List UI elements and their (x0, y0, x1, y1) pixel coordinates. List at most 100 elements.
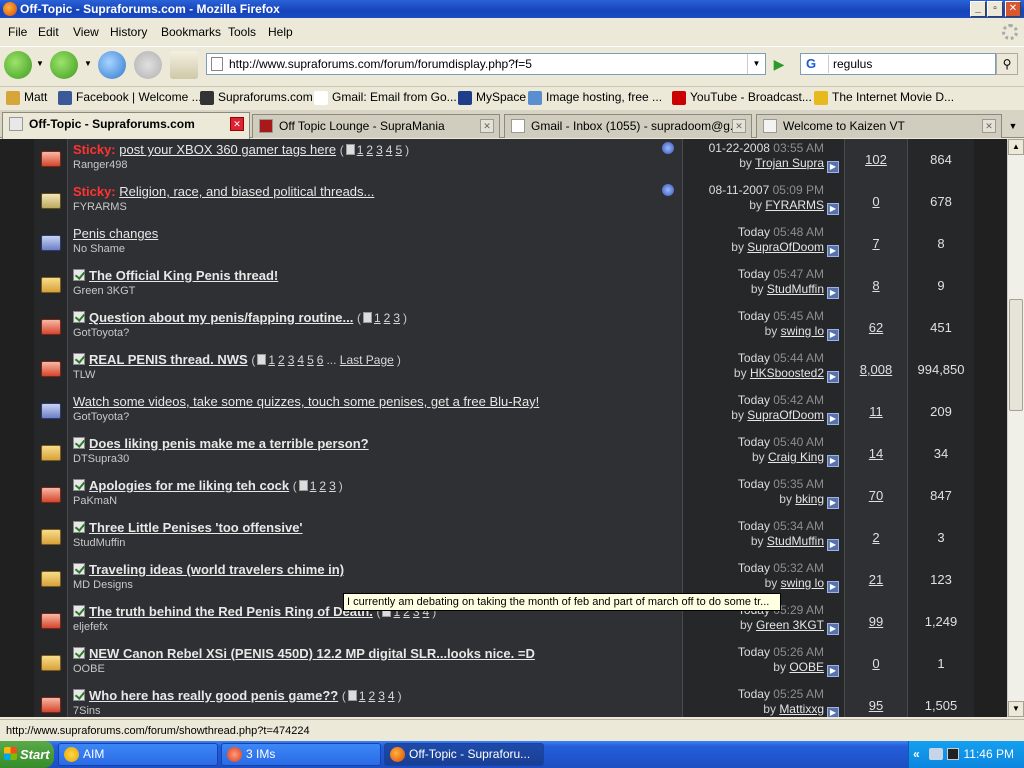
last-poster-link[interactable]: StudMuffin (767, 534, 824, 548)
page-link[interactable]: 2 (384, 311, 391, 325)
thread-author[interactable]: PaKmaN (73, 495, 682, 508)
go-to-last-post-icon[interactable]: ▶ (827, 623, 839, 635)
maximize-button[interactable]: ▫ (987, 1, 1003, 17)
last-page-link[interactable]: Last Page (340, 353, 394, 367)
bookmark-item[interactable]: YouTube - Broadcast... (672, 90, 812, 105)
back-button[interactable] (4, 51, 32, 79)
thread-title-link[interactable]: Question about my penis/fapping routine.… (89, 310, 353, 325)
bookmark-item[interactable]: Facebook | Welcome ... (58, 90, 202, 105)
go-to-last-post-icon[interactable]: ▶ (827, 203, 839, 215)
reload-button[interactable] (98, 51, 126, 79)
bookmark-item[interactable]: Image hosting, free ... (528, 90, 662, 105)
replies-count[interactable]: 11 (845, 391, 908, 433)
go-to-last-post-icon[interactable]: ▶ (827, 329, 839, 341)
menu-history[interactable]: History (110, 25, 147, 39)
go-to-last-post-icon[interactable]: ▶ (827, 707, 839, 717)
thread-title-link[interactable]: Three Little Penises 'too offensive' (89, 520, 303, 535)
last-poster-link[interactable]: bking (795, 492, 824, 506)
tab-close-icon[interactable]: ✕ (982, 119, 996, 133)
go-button[interactable]: ▶ (770, 55, 788, 73)
thread-title-link[interactable]: Who here has really good penis game?? (89, 688, 338, 703)
taskbar-item-ims[interactable]: 3 IMs (221, 743, 381, 766)
thread-author[interactable]: 7Sins (73, 705, 682, 717)
replies-count[interactable]: 95 (845, 685, 908, 717)
tab-close-icon[interactable]: ✕ (732, 119, 746, 133)
go-to-last-post-icon[interactable]: ▶ (827, 581, 839, 593)
page-link[interactable]: 3 (288, 353, 295, 367)
url-bar[interactable]: http://www.supraforums.com/forum/forumdi… (206, 53, 766, 75)
page-link[interactable]: 4 (386, 143, 393, 157)
bookmark-item[interactable]: MySpace (458, 90, 526, 105)
thread-title-link[interactable]: Apologies for me liking teh cock (89, 478, 289, 493)
tab-close-icon[interactable]: ✕ (230, 117, 244, 131)
replies-count[interactable]: 62 (845, 307, 908, 349)
forward-button[interactable] (50, 51, 78, 79)
tab-list-icon[interactable]: ▼ (1004, 116, 1022, 136)
page-link[interactable]: 1 (310, 479, 317, 493)
thread-title-link[interactable]: post your XBOX 360 gamer tags here (119, 142, 336, 157)
taskbar-item-aim[interactable]: AIM (58, 743, 218, 766)
tab[interactable]: Off Topic Lounge - SupraMania ✕ (252, 114, 500, 138)
go-to-last-post-icon[interactable]: ▶ (827, 371, 839, 383)
go-to-last-post-icon[interactable]: ▶ (827, 287, 839, 299)
thread-title-link[interactable]: Watch some videos, take some quizzes, to… (73, 394, 539, 409)
thread-title-link[interactable]: Does liking penis make me a terrible per… (89, 436, 369, 451)
close-button[interactable]: ✕ (1005, 1, 1021, 17)
thread-author[interactable]: FYRARMS (73, 201, 682, 214)
tab[interactable]: Off-Topic - Supraforums.com ✕ (2, 112, 250, 139)
bookmark-item[interactable]: Matt (6, 90, 47, 105)
last-poster-link[interactable]: HKSboosted2 (750, 366, 824, 380)
thread-author[interactable]: MD Designs (73, 579, 682, 592)
last-poster-link[interactable]: SupraOfDoom (747, 408, 824, 422)
go-to-last-post-icon[interactable]: ▶ (827, 455, 839, 467)
replies-count[interactable]: 0 (845, 181, 908, 223)
thread-author[interactable]: Ranger498 (73, 159, 682, 172)
replies-count[interactable]: 2 (845, 517, 908, 559)
page-link[interactable]: 1 (374, 311, 381, 325)
last-poster-link[interactable]: Trojan Supra (755, 156, 824, 170)
page-link[interactable]: 2 (278, 353, 285, 367)
go-to-last-post-icon[interactable]: ▶ (827, 161, 839, 173)
tab[interactable]: Welcome to Kaizen VT ✕ (756, 114, 1002, 138)
replies-count[interactable]: 21 (845, 559, 908, 601)
tab[interactable]: Gmail - Inbox (1055) - supradoom@g... ✕ (504, 114, 752, 138)
thread-author[interactable]: eljefefx (73, 621, 682, 634)
thread-author[interactable]: GotToyota? (73, 327, 682, 340)
page-link[interactable]: 6 (317, 353, 324, 367)
replies-count[interactable]: 0 (845, 643, 908, 685)
page-link[interactable]: 3 (393, 311, 400, 325)
menu-tools[interactable]: Tools (228, 25, 256, 39)
thread-author[interactable]: GotToyota? (73, 411, 682, 424)
minimize-button[interactable]: _ (970, 1, 986, 17)
bookmark-item[interactable]: Gmail: Email from Go... (314, 90, 457, 105)
last-poster-link[interactable]: swing lo (781, 576, 824, 590)
page-link[interactable]: 2 (319, 479, 326, 493)
page-link[interactable]: 5 (395, 143, 402, 157)
go-to-last-post-icon[interactable]: ▶ (827, 497, 839, 509)
last-poster-link[interactable]: FYRARMS (765, 198, 824, 212)
thread-author[interactable]: Green 3KGT (73, 285, 682, 298)
search-engine-icon[interactable]: G (803, 55, 829, 73)
menu-bookmarks[interactable]: Bookmarks (161, 25, 221, 39)
page-link[interactable]: 3 (378, 689, 385, 703)
page-link[interactable]: 2 (369, 689, 376, 703)
thread-author[interactable]: No Shame (73, 243, 682, 256)
last-poster-link[interactable]: OOBE (789, 660, 824, 674)
home-button[interactable] (170, 51, 198, 79)
thread-title-link[interactable]: The Official King Penis thread! (89, 268, 278, 283)
go-to-last-post-icon[interactable]: ▶ (827, 665, 839, 677)
menu-help[interactable]: Help (268, 25, 293, 39)
menu-file[interactable]: File (8, 25, 27, 39)
start-button[interactable]: Start (0, 741, 54, 768)
stop-button[interactable] (134, 51, 162, 79)
thread-author[interactable]: DTSupra30 (73, 453, 682, 466)
url-dropdown-icon[interactable]: ▼ (747, 54, 765, 74)
last-poster-link[interactable]: Craig King (768, 450, 824, 464)
network-icon[interactable] (929, 748, 943, 760)
page-link[interactable]: 1 (268, 353, 275, 367)
taskbar-item-firefox[interactable]: Off-Topic - Supraforu... (384, 743, 544, 766)
last-poster-link[interactable]: SupraOfDoom (747, 240, 824, 254)
replies-count[interactable]: 99 (845, 601, 908, 643)
page-link[interactable]: 3 (376, 143, 383, 157)
last-poster-link[interactable]: StudMuffin (767, 282, 824, 296)
